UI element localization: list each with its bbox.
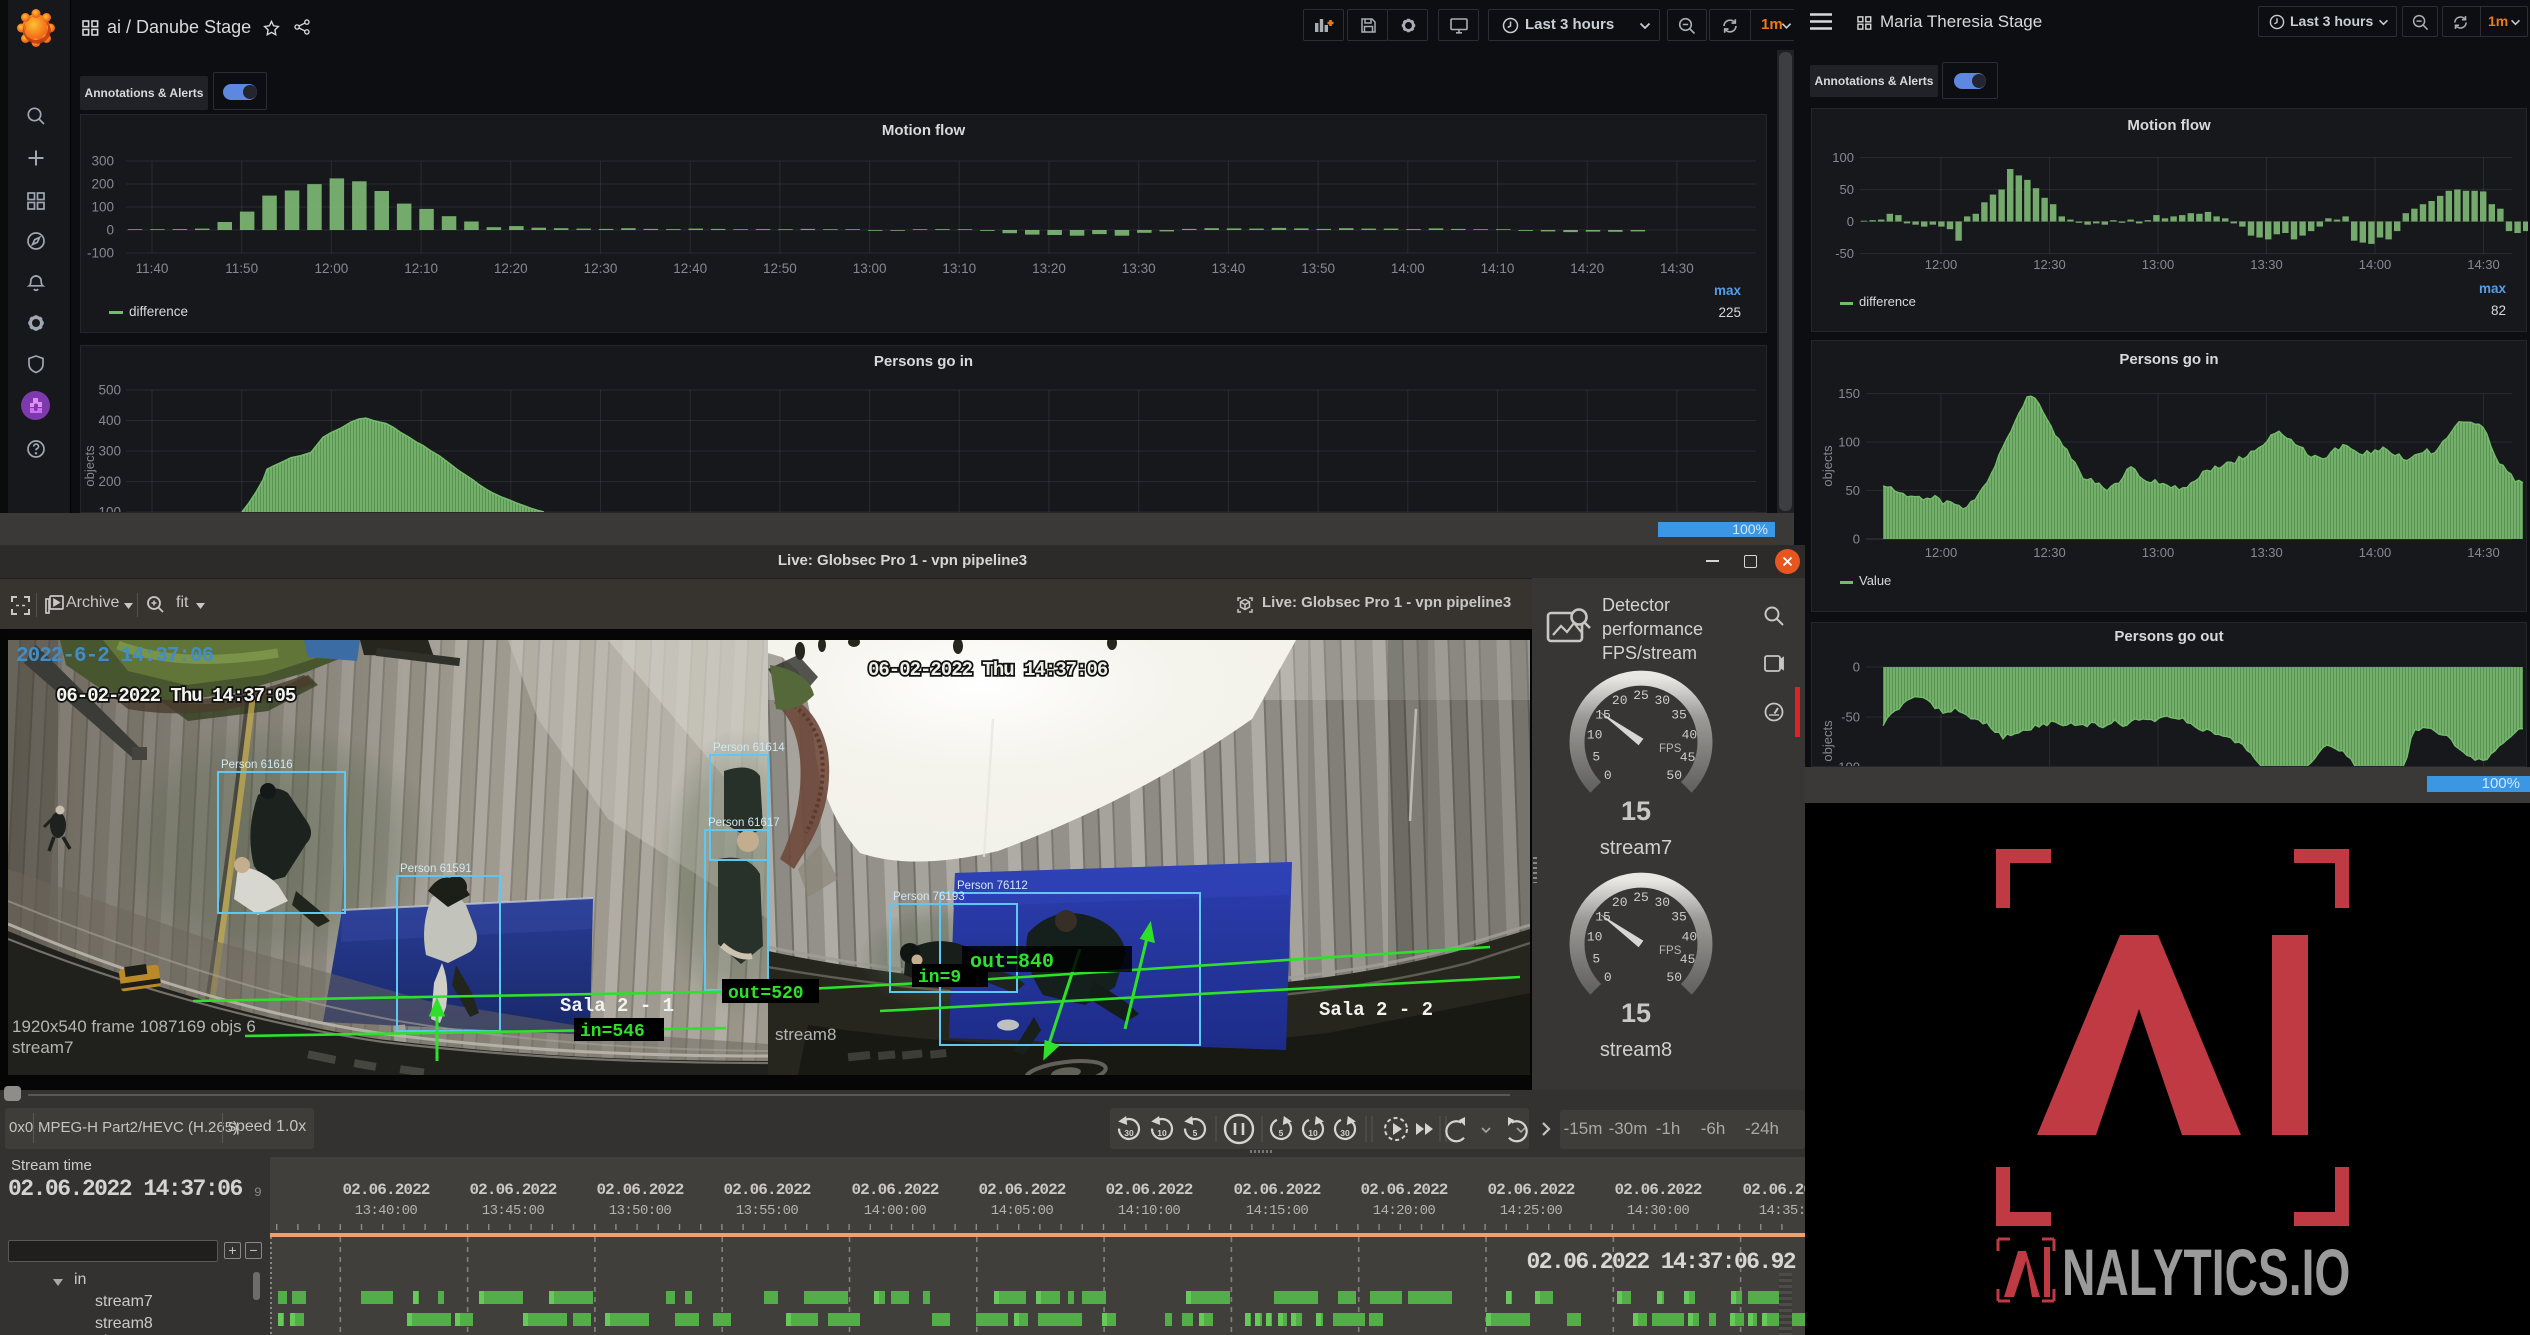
- svg-text:stream8: stream8: [775, 1025, 836, 1044]
- svg-text:Person 61616: Person 61616: [221, 759, 293, 771]
- svg-text:30: 30: [1340, 1128, 1350, 1138]
- svg-text:stream7: stream7: [1600, 837, 1672, 859]
- svg-text:100: 100: [1838, 435, 1860, 450]
- svg-text:out=520: out=520: [728, 984, 804, 1004]
- svg-text:45: 45: [1680, 750, 1696, 765]
- svg-text:Person 76193: Person 76193: [893, 891, 965, 903]
- svg-text:40: 40: [1682, 929, 1698, 944]
- svg-text:13:30: 13:30: [2250, 257, 2283, 272]
- svg-text:150: 150: [1838, 386, 1860, 401]
- svg-text:50: 50: [1846, 483, 1860, 498]
- svg-text:15: 15: [1595, 909, 1611, 924]
- svg-text:Sala 2 - 1: Sala 2 - 1: [560, 995, 674, 1017]
- svg-text:12:30: 12:30: [2033, 257, 2066, 272]
- svg-text:40: 40: [1682, 727, 1698, 742]
- svg-text:FPS: FPS: [1659, 945, 1682, 957]
- svg-text:13:00: 13:00: [2142, 257, 2175, 272]
- svg-text:5: 5: [1592, 952, 1600, 967]
- svg-text:13:00: 13:00: [2142, 545, 2175, 560]
- svg-text:0: 0: [1853, 532, 1860, 547]
- svg-text:30: 30: [1654, 693, 1670, 708]
- svg-text:06-02-2022 Thu 14:37:05: 06-02-2022 Thu 14:37:05: [56, 685, 296, 707]
- svg-text:06-02-2022 Thu 14:37:06: 06-02-2022 Thu 14:37:06: [868, 659, 1108, 681]
- svg-text:35: 35: [1671, 707, 1687, 722]
- svg-text:1920x540 frame 1087169 objs 6: 1920x540 frame 1087169 objs 6: [12, 1017, 256, 1036]
- svg-text:0: 0: [1604, 768, 1612, 783]
- svg-text:12:30: 12:30: [2033, 545, 2066, 560]
- svg-text:14:00: 14:00: [2359, 257, 2392, 272]
- svg-text:20: 20: [1612, 693, 1628, 708]
- svg-text:5: 5: [1279, 1128, 1284, 1138]
- svg-text:Sala 2 - 2: Sala 2 - 2: [1319, 999, 1433, 1021]
- svg-text:0: 0: [1604, 970, 1612, 985]
- svg-text:-50: -50: [1835, 246, 1854, 261]
- svg-text:100: 100: [1832, 150, 1854, 165]
- svg-text:20: 20: [1612, 895, 1628, 910]
- svg-text:-50: -50: [1841, 710, 1860, 725]
- svg-text:0: 0: [1847, 214, 1854, 229]
- svg-text:35: 35: [1671, 909, 1687, 924]
- svg-text:15: 15: [1621, 998, 1651, 1028]
- svg-text:12:00: 12:00: [1925, 545, 1958, 560]
- svg-text:30: 30: [1654, 895, 1670, 910]
- svg-text:in=9: in=9: [918, 968, 961, 988]
- svg-text:30: 30: [1124, 1128, 1134, 1138]
- svg-text:5: 5: [1193, 1128, 1198, 1138]
- svg-text:stream8: stream8: [1600, 1039, 1672, 1061]
- svg-text:10: 10: [1157, 1128, 1167, 1138]
- svg-text:15: 15: [1595, 707, 1611, 722]
- svg-text:45: 45: [1680, 952, 1696, 967]
- svg-text:14:00: 14:00: [2359, 545, 2392, 560]
- svg-text:12:00: 12:00: [1925, 257, 1958, 272]
- svg-text:out=840: out=840: [970, 951, 1054, 974]
- svg-text:2022-6-2 14:37:06: 2022-6-2 14:37:06: [16, 645, 214, 668]
- svg-text:Person 61591: Person 61591: [400, 863, 472, 875]
- svg-text:15: 15: [1621, 796, 1651, 826]
- svg-text:50: 50: [1666, 970, 1682, 985]
- svg-text:FPS: FPS: [1659, 743, 1682, 755]
- svg-text:14:30: 14:30: [2467, 545, 2500, 560]
- svg-text:13:30: 13:30: [2250, 545, 2283, 560]
- svg-text:Person 76112: Person 76112: [957, 880, 1028, 892]
- svg-text:25: 25: [1633, 688, 1649, 703]
- svg-text:5: 5: [1592, 750, 1600, 765]
- svg-text:stream7: stream7: [12, 1038, 73, 1057]
- svg-text:Person 61614: Person 61614: [713, 742, 785, 754]
- svg-text:in=546: in=546: [580, 1022, 645, 1042]
- svg-text:Person 61617: Person 61617: [708, 817, 780, 829]
- svg-text:10: 10: [1587, 728, 1603, 743]
- svg-text:25: 25: [1633, 890, 1649, 905]
- svg-text:50: 50: [1840, 182, 1854, 197]
- svg-text:objects: objects: [1820, 445, 1835, 487]
- svg-text:10: 10: [1587, 930, 1603, 945]
- svg-text:10: 10: [1308, 1128, 1318, 1138]
- svg-text:objects: objects: [1820, 720, 1835, 762]
- svg-text:-100: -100: [1834, 760, 1860, 768]
- svg-text:14:30: 14:30: [2467, 257, 2500, 272]
- svg-text:0: 0: [1853, 660, 1860, 675]
- svg-text:50: 50: [1666, 768, 1682, 783]
